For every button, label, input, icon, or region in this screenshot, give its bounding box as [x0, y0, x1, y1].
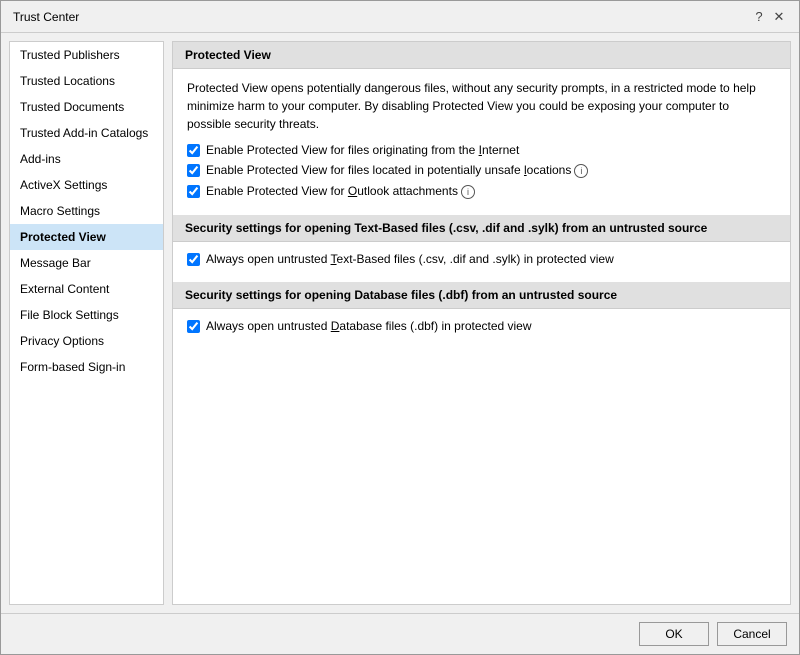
checkbox-textbased[interactable] [187, 253, 200, 266]
protected-view-description: Protected View opens potentially dangero… [187, 79, 776, 133]
checkbox-outlook-label: Enable Protected View for Outlook attach… [206, 184, 475, 199]
sidebar-item-trusted-publishers[interactable]: Trusted Publishers [10, 42, 163, 68]
close-button[interactable]: ✕ [771, 9, 787, 25]
sidebar-item-add-ins[interactable]: Add-ins [10, 146, 163, 172]
sidebar-item-trusted-documents[interactable]: Trusted Documents [10, 94, 163, 120]
dialog-footer: OK Cancel [1, 613, 799, 654]
checkbox-outlook[interactable] [187, 185, 200, 198]
checkbox-unsafe-label: Enable Protected View for files located … [206, 163, 588, 178]
sidebar-item-privacy-options[interactable]: Privacy Options [10, 328, 163, 354]
dialog-body: Trusted PublishersTrusted LocationsTrust… [1, 33, 799, 613]
checkbox-textbased-row: Always open untrusted Text-Based files (… [187, 252, 776, 266]
sidebar-item-protected-view[interactable]: Protected View [10, 224, 163, 250]
checkbox-database-row: Always open untrusted Database files (.d… [187, 319, 776, 333]
cancel-button[interactable]: Cancel [717, 622, 787, 646]
textbased-body: Always open untrusted Text-Based files (… [173, 242, 790, 282]
protected-view-header: Protected View [173, 42, 790, 69]
checkbox-internet-row: Enable Protected View for files originat… [187, 143, 776, 157]
title-bar: Trust Center ? ✕ [1, 1, 799, 33]
sidebar-item-trusted-locations[interactable]: Trusted Locations [10, 68, 163, 94]
main-content: Protected View Protected View opens pote… [172, 41, 791, 605]
checkbox-outlook-row: Enable Protected View for Outlook attach… [187, 184, 776, 199]
textbased-header: Security settings for opening Text-Based… [173, 215, 790, 242]
title-bar-buttons: ? ✕ [751, 9, 787, 25]
checkbox-textbased-label: Always open untrusted Text-Based files (… [206, 252, 614, 266]
database-body: Always open untrusted Database files (.d… [173, 309, 790, 349]
checkbox-unsafe-row: Enable Protected View for files located … [187, 163, 776, 178]
database-header: Security settings for opening Database f… [173, 282, 790, 309]
sidebar-item-message-bar[interactable]: Message Bar [10, 250, 163, 276]
sidebar: Trusted PublishersTrusted LocationsTrust… [9, 41, 164, 605]
checkbox-database-label: Always open untrusted Database files (.d… [206, 319, 532, 333]
checkbox-internet-label: Enable Protected View for files originat… [206, 143, 519, 157]
sidebar-item-file-block-settings[interactable]: File Block Settings [10, 302, 163, 328]
info-icon-unsafe: i [574, 164, 588, 178]
trust-center-dialog: Trust Center ? ✕ Trusted PublishersTrust… [0, 0, 800, 655]
help-button[interactable]: ? [751, 9, 767, 25]
sidebar-item-trusted-addin-catalogs[interactable]: Trusted Add-in Catalogs [10, 120, 163, 146]
ok-button[interactable]: OK [639, 622, 709, 646]
sidebar-item-macro-settings[interactable]: Macro Settings [10, 198, 163, 224]
checkbox-database[interactable] [187, 320, 200, 333]
sidebar-item-form-based-sign-in[interactable]: Form-based Sign-in [10, 354, 163, 380]
sidebar-item-external-content[interactable]: External Content [10, 276, 163, 302]
sidebar-item-activex-settings[interactable]: ActiveX Settings [10, 172, 163, 198]
protected-view-body: Protected View opens potentially dangero… [173, 69, 790, 215]
dialog-title: Trust Center [13, 10, 79, 24]
checkbox-unsafe[interactable] [187, 164, 200, 177]
checkbox-internet[interactable] [187, 144, 200, 157]
info-icon-outlook: i [461, 185, 475, 199]
